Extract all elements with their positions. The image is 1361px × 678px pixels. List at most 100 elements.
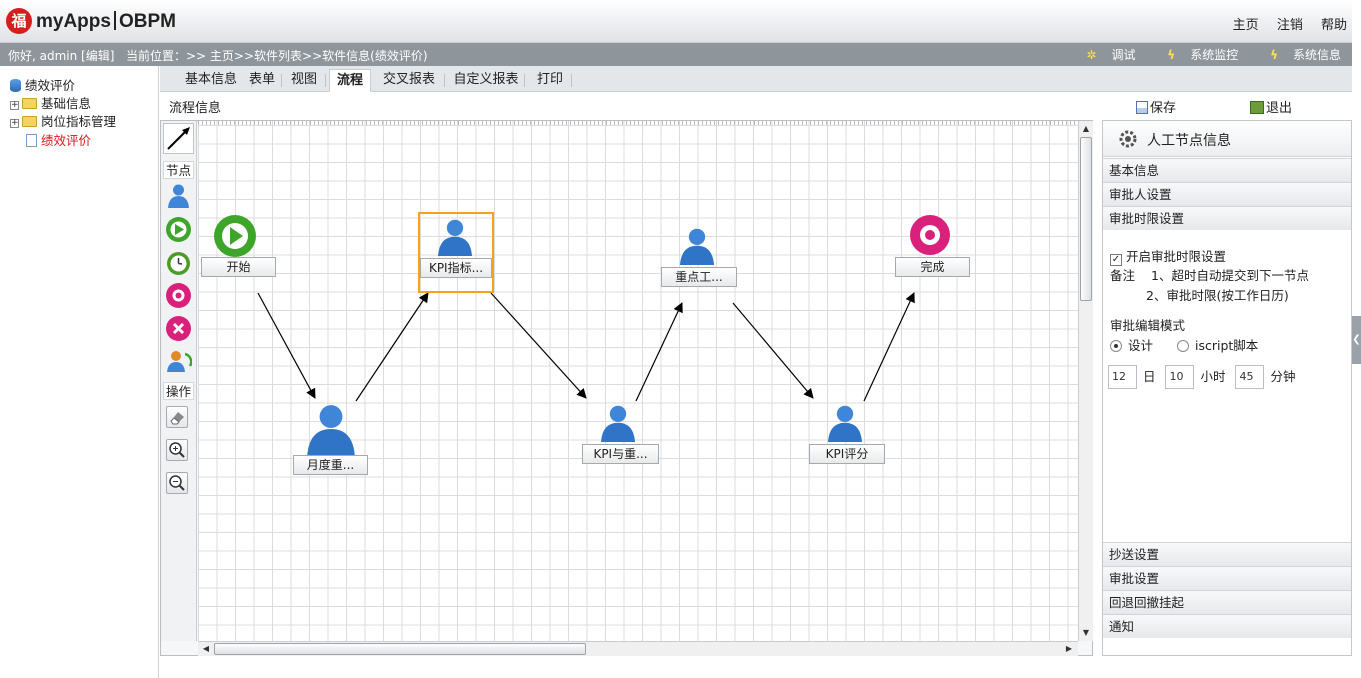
user-greeting[interactable]: 你好, admin [编辑] [8, 47, 114, 64]
eraser-tool[interactable] [166, 406, 188, 428]
scroll-left-icon[interactable]: ◀ [199, 642, 213, 656]
section-time-limit[interactable]: 审批时限设置 [1103, 206, 1351, 230]
mode-design-option[interactable]: 设计 [1110, 338, 1153, 353]
radio-icon[interactable] [1177, 340, 1189, 352]
radio-icon[interactable] [1110, 340, 1122, 352]
section-approval-settings[interactable]: 审批设置 [1103, 566, 1351, 590]
flow-node-key-work-label[interactable]: 重点工... [661, 267, 737, 287]
node-properties-panel: 人工节点信息 基本信息 审批人设置 审批时限设置 ✓ 开启审批时限设置 备注 1、… [1102, 120, 1352, 656]
transition-line[interactable] [490, 292, 587, 399]
scroll-down-icon[interactable]: ▼ [1079, 626, 1093, 640]
module-tree: 绩效评价 + 基础信息 + 岗位指标管理 绩效评价 [0, 66, 159, 678]
tab-custom-report[interactable]: 自定义报表 [447, 69, 525, 92]
mode-script-label: iscript脚本 [1195, 338, 1259, 353]
end-node-icon[interactable] [909, 214, 951, 256]
zoom-out-tool[interactable] [166, 472, 188, 494]
mode-script-option[interactable]: iscript脚本 [1177, 338, 1258, 353]
user-node-icon[interactable] [825, 400, 865, 444]
debug-button[interactable]: ✲ 调试 [1072, 48, 1135, 62]
system-monitor-button[interactable]: ϟ 系统监控 [1153, 48, 1238, 62]
user-node-icon[interactable] [598, 400, 638, 444]
tree-root[interactable]: 绩效评价 [10, 77, 75, 95]
minutes-input[interactable]: 45 [1235, 365, 1265, 389]
tab-view[interactable]: 视图 [282, 69, 326, 92]
home-link[interactable]: 主页 [1233, 18, 1259, 33]
note-label: 备注 [1110, 268, 1136, 283]
tab-basic-info[interactable]: 基本信息 [170, 69, 252, 92]
transition-line[interactable] [635, 302, 683, 402]
flow-node-start-label[interactable]: 开始 [201, 257, 276, 277]
top-links: 主页 注销 帮助 [1219, 14, 1347, 33]
auto-node-icon[interactable] [165, 348, 192, 375]
zoom-out-icon [169, 475, 185, 491]
start-node-icon[interactable] [213, 214, 257, 258]
section-rollback-settings[interactable]: 回退回撤挂起 [1103, 590, 1351, 614]
user-node-icon[interactable] [435, 216, 475, 256]
manual-node-icon[interactable] [165, 182, 192, 209]
logout-link[interactable]: 注销 [1277, 18, 1303, 33]
expand-icon[interactable]: + [10, 101, 19, 110]
flow-node-monthly-label[interactable]: 月度重... [293, 455, 368, 475]
transition-line[interactable] [732, 302, 814, 399]
transition-line[interactable] [863, 292, 915, 402]
enable-label: 开启审批时限设置 [1126, 249, 1227, 264]
flow-node-end-label[interactable]: 完成 [895, 257, 970, 277]
flow-connectors [257, 292, 915, 402]
tree-item-basic-info[interactable]: + 基础信息 [10, 95, 91, 113]
app-logo: myApps OBPM [36, 11, 176, 33]
system-info-button[interactable]: ϟ 系统信息 [1256, 48, 1341, 62]
user-node-icon[interactable] [303, 400, 359, 456]
scroll-thumb[interactable] [1080, 137, 1092, 301]
expand-icon[interactable]: + [10, 119, 19, 128]
tree-item-label: 基础信息 [41, 96, 92, 111]
start-node-icon[interactable] [165, 216, 192, 243]
section-basic-info[interactable]: 基本信息 [1103, 158, 1351, 182]
days-input[interactable]: 12 [1108, 365, 1137, 389]
scroll-thumb[interactable] [214, 643, 586, 655]
scroll-up-icon[interactable]: ▲ [1079, 122, 1093, 136]
tree-item-label: 岗位指标管理 [41, 114, 117, 129]
transition-line[interactable] [355, 292, 429, 402]
tree-item-performance[interactable]: 绩效评价 [26, 132, 91, 150]
lightning-icon: ϟ [1270, 48, 1278, 62]
tab-print[interactable]: 打印 [528, 69, 572, 92]
help-link[interactable]: 帮助 [1321, 18, 1347, 33]
system-tools: ✲ 调试 ϟ 系统监控 ϟ 系统信息 [1058, 46, 1341, 63]
bottom-strip [160, 656, 1352, 678]
tab-process[interactable]: 流程 [329, 69, 371, 92]
timer-node-icon[interactable] [165, 249, 192, 276]
nodes-label: 节点 [163, 161, 194, 179]
bug-icon: ✲ [1086, 48, 1097, 62]
end-node-icon[interactable] [165, 282, 192, 309]
connector-tool[interactable] [163, 123, 194, 154]
debug-label: 调试 [1111, 48, 1136, 62]
transition-line[interactable] [257, 292, 316, 399]
enable-time-limit[interactable]: ✓ 开启审批时限设置 [1110, 246, 1226, 266]
section-notification[interactable]: 通知 [1103, 614, 1351, 638]
operations-label: 操作 [163, 382, 194, 400]
edit-mode-options: 设计 iscript脚本 [1110, 335, 1258, 354]
flow-editor: 节点 操作 开始 月度重... KPI指标... KPI与重... 重点工...… [160, 120, 1093, 656]
flow-node-kpi-key-label[interactable]: KPI与重... [582, 444, 659, 464]
hours-input[interactable]: 10 [1165, 365, 1195, 389]
scroll-right-icon[interactable]: ▶ [1062, 642, 1076, 656]
flow-node-kpi-score-label[interactable]: KPI评分 [809, 444, 885, 464]
logo-text-left: myApps [36, 11, 111, 32]
collapse-panel-button[interactable]: ❮ [1352, 316, 1361, 364]
exit-button[interactable]: 退出 [1250, 97, 1292, 116]
tab-cross-report[interactable]: 交叉报表 [373, 69, 445, 92]
save-button[interactable]: 保存 [1136, 97, 1176, 116]
section-approver-settings[interactable]: 审批人设置 [1103, 182, 1351, 206]
edit-mode-label: 审批编辑模式 [1110, 318, 1186, 333]
flow-node-kpi-index-label[interactable]: KPI指标... [420, 258, 492, 278]
zoom-in-tool[interactable] [166, 439, 188, 461]
vertical-scrollbar[interactable]: ▲ ▼ [1078, 121, 1093, 641]
tree-item-kpi-management[interactable]: + 岗位指标管理 [10, 113, 116, 131]
user-node-icon[interactable] [677, 223, 717, 267]
section-cc-settings[interactable]: 抄送设置 [1103, 542, 1351, 566]
tab-form[interactable]: 表单 [242, 69, 282, 92]
abort-node-icon[interactable] [165, 315, 192, 342]
tree-root-label: 绩效评价 [25, 78, 76, 93]
horizontal-scrollbar[interactable]: ◀ ▶ [198, 641, 1078, 656]
flow-canvas[interactable]: 开始 月度重... KPI指标... KPI与重... 重点工... KPI评分 [198, 121, 1078, 641]
